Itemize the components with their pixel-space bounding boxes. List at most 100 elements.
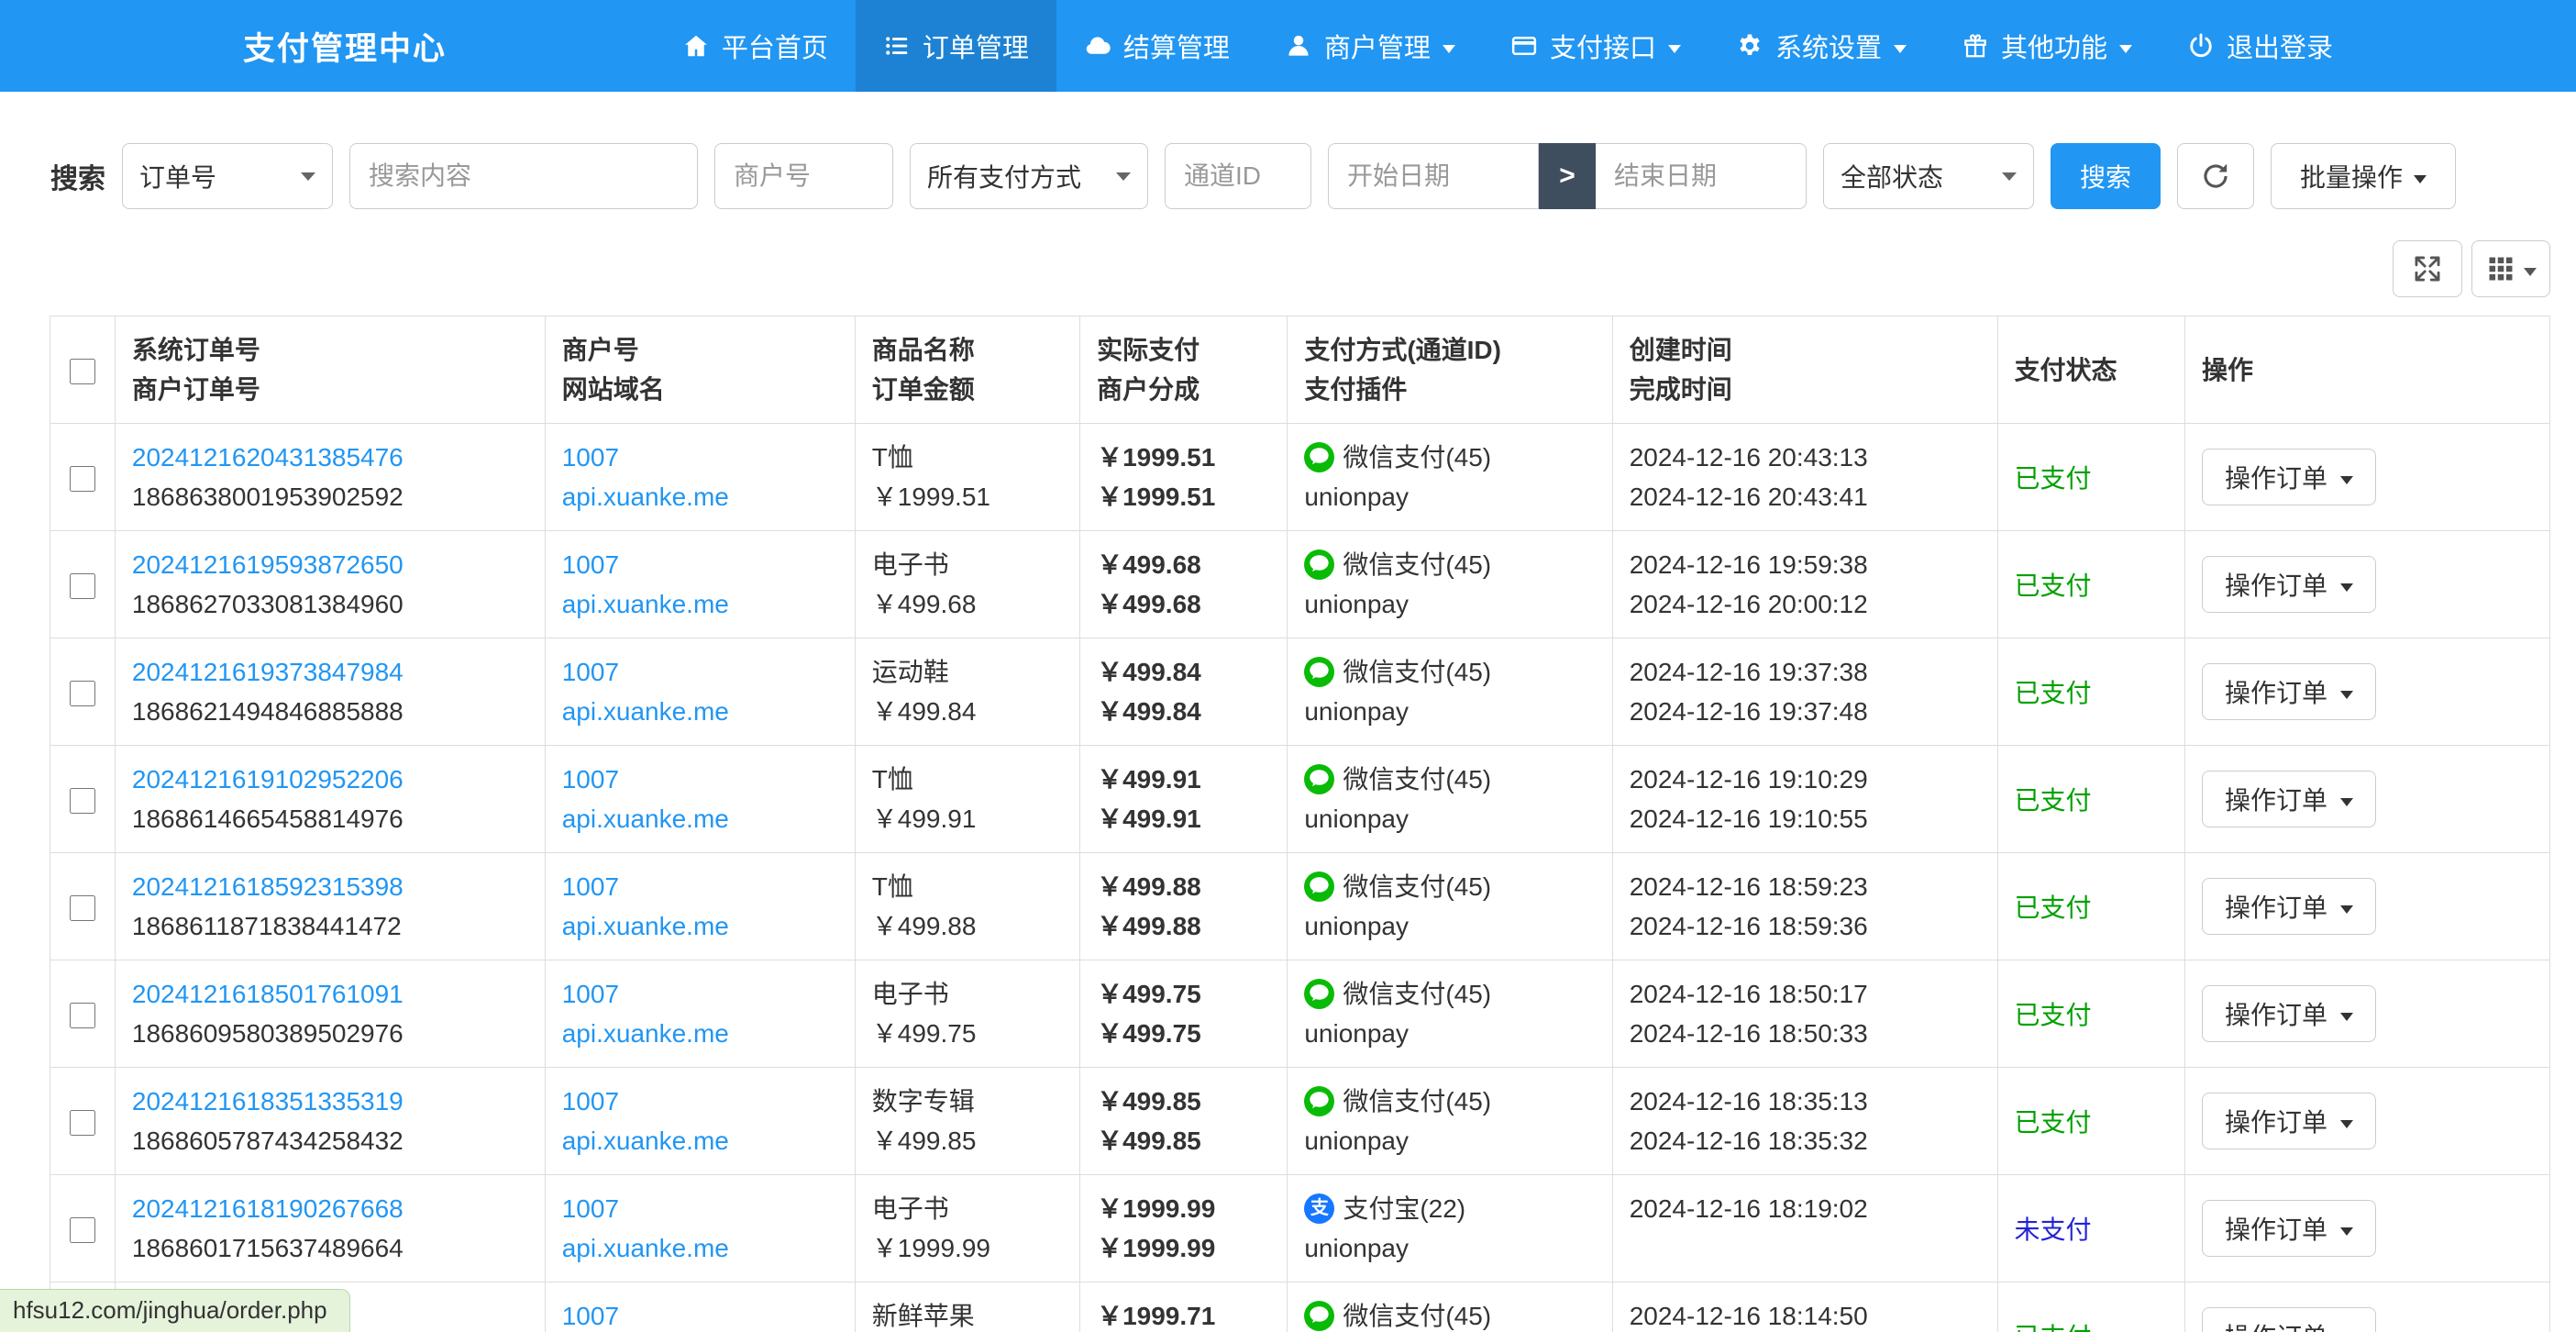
row-checkbox[interactable] [70,573,95,599]
order-status-select[interactable]: 全部状态 [1823,143,2034,209]
order-status-value: 全部状态 [1841,158,1943,194]
row-checkbox[interactable] [70,466,95,492]
method-cell: 微信支付(45)unionpay [1288,853,1612,960]
paid-amount: ￥499.88 [1097,867,1270,906]
product-name: T恤 [872,867,1063,906]
list-icon [883,32,911,60]
product-cell: 数字专辑￥499.85 [855,1068,1079,1175]
merchant-id-input[interactable] [714,143,893,209]
action-cell: 操作订单 [2184,1175,2549,1282]
system-order-no-link[interactable]: 2024121620431385476 [132,438,528,477]
product-cell: 运动鞋￥499.84 [855,638,1079,746]
start-date-input[interactable] [1328,143,1539,209]
nav-item-interfaces[interactable]: 支付接口 [1483,0,1708,92]
channel-id-input[interactable] [1165,143,1311,209]
paid-cell: ￥1999.51￥1999.51 [1080,424,1288,531]
site-domain-link[interactable]: api.xuanke.me [562,1121,838,1160]
fullscreen-button[interactable] [2393,240,2462,297]
table-row: 2024121618351335319186860578743425843210… [50,1068,2550,1175]
nav-item-settlement[interactable]: 结算管理 [1056,0,1257,92]
table-header-row: 系统订单号商户订单号商户号网站域名商品名称订单金额实际支付商户分成支付方式(通道… [50,316,2550,424]
merchant-id-link[interactable]: 1007 [562,867,838,906]
search-keyword-input[interactable] [349,143,698,209]
search-button[interactable]: 搜索 [2051,143,2161,209]
merchant-cell: 1007api.xuanke.me [545,853,855,960]
select-all-checkbox[interactable] [70,359,95,384]
pay-plugin: unionpay [1304,477,1595,516]
order-actions-button[interactable]: 操作订单 [2202,1093,2376,1149]
nav-item-home[interactable]: 平台首页 [655,0,856,92]
row-checkbox-cell [50,960,116,1068]
order-actions-button[interactable]: 操作订单 [2202,449,2376,505]
end-date-input[interactable] [1596,143,1807,209]
row-checkbox[interactable] [70,681,95,706]
row-checkbox[interactable] [70,1003,95,1028]
order-actions-button[interactable]: 操作订单 [2202,985,2376,1042]
order-actions-button[interactable]: 操作订单 [2202,771,2376,827]
system-order-no-link[interactable]: 2024121619102952206 [132,760,528,799]
nav-item-orders[interactable]: 订单管理 [856,0,1056,92]
product-cell: 电子书￥1999.99 [855,1175,1079,1282]
order-actions-button[interactable]: 操作订单 [2202,878,2376,935]
row-checkbox[interactable] [70,1217,95,1243]
table-row: 2024121619102952206186861466545881497610… [50,746,2550,853]
order-actions-button[interactable]: 操作订单 [2202,556,2376,613]
nav-item-merchants[interactable]: 商户管理 [1257,0,1483,92]
order-actions-button[interactable]: 操作订单 [2202,1307,2376,1332]
pay-status-badge: 已支付 [2015,786,2092,815]
created-time: 2024-12-16 18:35:13 [1630,1082,1981,1121]
product-name: 电子书 [872,1189,1063,1228]
site-domain-link[interactable]: api.xuanke.me [562,906,838,946]
caret-down-icon [2340,583,2353,592]
system-order-no-link[interactable]: 2024121618190267668 [132,1189,528,1228]
nav-item-others[interactable]: 其他功能 [1934,0,2160,92]
system-order-no-link[interactable]: 2024121619593872650 [132,545,528,584]
caret-down-icon [2340,1120,2353,1128]
site-domain-link[interactable]: api.xuanke.me [562,477,838,516]
merchant-id-link[interactable]: 1007 [562,1296,838,1332]
merchant-cell: 1007api.xuanke.me [545,746,855,853]
caret-down-icon [2414,175,2427,183]
order-actions-label: 操作订单 [2225,781,2327,817]
merchant-cell: 1007api.xuanke.me [545,424,855,531]
merchant-id-link[interactable]: 1007 [562,545,838,584]
status-cell: 未支付 [1997,1175,2184,1282]
merchant-id-link[interactable]: 1007 [562,1082,838,1121]
date-range-button[interactable]: > [1539,143,1596,209]
site-domain-link[interactable]: api.xuanke.me [562,1228,838,1268]
batch-actions-button[interactable]: 批量操作 [2271,143,2456,209]
system-order-no-link[interactable]: 2024121618592315398 [132,867,528,906]
merchant-id-link[interactable]: 1007 [562,438,838,477]
row-checkbox[interactable] [70,788,95,814]
order-amount: ￥499.75 [872,1014,1063,1053]
row-checkbox[interactable] [70,1110,95,1136]
row-checkbox[interactable] [70,895,95,921]
system-order-no-link[interactable]: 2024121619373847984 [132,652,528,692]
caret-down-icon [1894,45,1907,53]
search-label: 搜索 [50,156,105,196]
merchant-id-link[interactable]: 1007 [562,1189,838,1228]
site-domain-link[interactable]: api.xuanke.me [562,584,838,624]
order-actions-button[interactable]: 操作订单 [2202,1200,2376,1257]
merchant-id-link[interactable]: 1007 [562,974,838,1014]
site-domain-link[interactable]: api.xuanke.me [562,1014,838,1053]
nav-item-settings[interactable]: 系统设置 [1708,0,1934,92]
merchant-id-link[interactable]: 1007 [562,760,838,799]
system-order-no-link[interactable]: 2024121618501761091 [132,974,528,1014]
site-domain-link[interactable]: api.xuanke.me [562,692,838,731]
order-actions-button[interactable]: 操作订单 [2202,663,2376,720]
time-cell: 2024-12-16 18:50:172024-12-16 18:50:33 [1612,960,1997,1068]
columns-button[interactable] [2471,240,2550,297]
system-order-no-link[interactable]: 2024121618351335319 [132,1082,528,1121]
grid-icon [2485,253,2516,284]
method-cell: 微信支付(45)unionpay [1288,638,1612,746]
paid-cell: ￥499.85￥499.85 [1080,1068,1288,1175]
paid-amount: ￥1999.71 [1097,1296,1270,1332]
refresh-button[interactable] [2177,143,2254,209]
site-domain-link[interactable]: api.xuanke.me [562,799,838,838]
pay-method-select[interactable]: 所有支付方式 [910,143,1148,209]
search-type-select[interactable]: 订单号 [122,143,333,209]
pay-plugin: unionpay [1304,799,1595,838]
nav-item-logout[interactable]: 退出登录 [2160,0,2360,92]
merchant-id-link[interactable]: 1007 [562,652,838,692]
